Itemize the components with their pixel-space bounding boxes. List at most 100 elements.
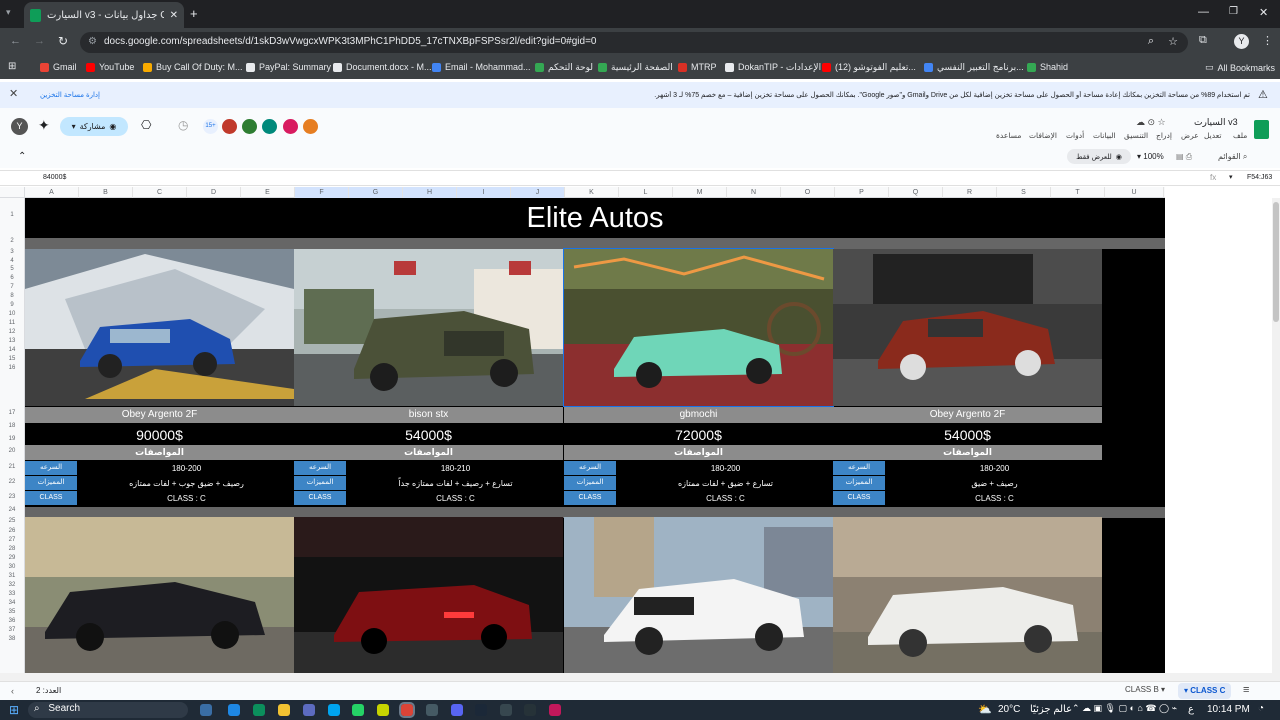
zoom-select[interactable]: ▾ 100% (1137, 152, 1164, 161)
row-header[interactable]: 15 (0, 356, 24, 362)
car-photo[interactable] (25, 249, 294, 406)
row-header[interactable]: 26 (0, 528, 24, 534)
notifications-icon[interactable]: ◔ (1258, 703, 1264, 714)
back-icon[interactable]: ← (10, 35, 21, 47)
print-icon[interactable]: ▤ ⎙ (1176, 152, 1192, 162)
column-header[interactable]: H (403, 187, 457, 198)
column-header[interactable]: F (295, 187, 349, 198)
column-header[interactable]: R (943, 187, 997, 198)
row-header[interactable]: 8 (0, 293, 24, 299)
bookmark-item[interactable]: Shahid (1027, 62, 1068, 72)
menu-item[interactable]: إدراج (1156, 131, 1172, 140)
row-header[interactable]: 7 (0, 284, 24, 290)
view-only-chip[interactable]: للعرض فقط ◉ (1067, 149, 1131, 164)
name-box[interactable]: F54:J63 (1247, 174, 1272, 181)
bookmark-item[interactable]: YouTube (86, 62, 134, 72)
profile-avatar[interactable]: Y (1234, 34, 1249, 49)
row-header[interactable]: 23 (0, 494, 24, 500)
forward-icon[interactable]: → (34, 35, 45, 47)
bookmark-star-icon[interactable]: ☆ (1168, 35, 1178, 48)
reload-icon[interactable]: ↻ (58, 34, 68, 48)
collapse-icon[interactable]: ⌃ (18, 151, 26, 162)
collaborator-avatar[interactable] (283, 119, 298, 134)
name-box-dropdown-icon[interactable]: ▾ (1229, 173, 1233, 181)
row-header[interactable]: 14 (0, 347, 24, 353)
gemini-icon[interactable]: ✦ (38, 117, 50, 134)
scrollbar-thumb[interactable] (1273, 202, 1279, 322)
row-header[interactable]: 34 (0, 600, 24, 606)
collaborator-avatar[interactable] (303, 119, 318, 134)
sheets-logo-icon[interactable] (1254, 120, 1269, 139)
row-header[interactable]: 10 (0, 311, 24, 317)
cloud-status-icon[interactable]: ☁ ⊙ ☆ (1136, 117, 1166, 128)
car-photo[interactable] (563, 248, 834, 407)
menu-item[interactable]: تعديل (1204, 131, 1221, 140)
row-header[interactable]: 3 (0, 249, 24, 255)
column-header[interactable]: U (1105, 187, 1164, 198)
car-photo[interactable] (294, 249, 563, 406)
apps-grid-icon[interactable]: ⊞ (8, 61, 16, 72)
file-title[interactable]: السيارت v3 (1194, 117, 1238, 128)
store-icon[interactable] (303, 704, 315, 716)
manage-storage-link[interactable]: إدارة مساحة التخزين (40, 91, 100, 99)
history-icon[interactable]: ◷ (178, 118, 188, 132)
formula-value[interactable]: 84000$ (43, 174, 66, 181)
row-header[interactable]: 17 (0, 410, 24, 416)
column-header[interactable]: A (25, 187, 79, 198)
row-header[interactable]: 11 (0, 320, 24, 326)
column-header[interactable]: T (1051, 187, 1105, 198)
row-header[interactable]: 33 (0, 591, 24, 597)
meet-icon[interactable]: ⎔ (141, 118, 151, 132)
row-header[interactable]: 37 (0, 627, 24, 633)
bookmark-item[interactable]: Buy Call Of Duty: M... (143, 62, 243, 72)
collaborator-avatar[interactable] (222, 119, 237, 134)
bookmark-item[interactable]: PayPal: Summary (246, 62, 331, 72)
browser-menu-icon[interactable]: ⋮ (1262, 34, 1273, 47)
row-header[interactable]: 28 (0, 546, 24, 552)
column-header[interactable]: S (997, 187, 1051, 198)
close-banner-icon[interactable]: ✕ (9, 87, 18, 100)
collaborator-avatar[interactable] (262, 119, 277, 134)
app-icon[interactable] (549, 704, 561, 716)
system-tray-icons[interactable]: ⌃ ☁ ▣ 🎙 ▢ ◐ ⌂ ☎ ◯ ⌁ (1072, 703, 1177, 714)
bookmark-item[interactable]: DokanTIP - الإعدادات (725, 62, 821, 73)
row-header[interactable]: 32 (0, 582, 24, 588)
column-header[interactable]: M (673, 187, 727, 198)
bookmark-item[interactable]: الصفحة الرئيسية (598, 62, 673, 73)
menus-search[interactable]: القوائم ⌕ (1218, 152, 1247, 162)
row-header[interactable]: 36 (0, 618, 24, 624)
row-header[interactable]: 31 (0, 573, 24, 579)
bookmark-item[interactable]: برنامج التعبير النفسي... (924, 62, 1024, 73)
site-info-icon[interactable]: ⚙ (88, 36, 97, 47)
all-bookmarks[interactable]: ▭ All Bookmarks (1205, 62, 1275, 73)
bookmark-item[interactable]: (12) تعليم الفوتوشو... (822, 62, 916, 73)
app-icon[interactable] (524, 704, 536, 716)
steam-icon[interactable] (475, 704, 487, 716)
column-header[interactable]: B (79, 187, 133, 198)
column-header[interactable]: I (457, 187, 511, 198)
row-header[interactable]: 20 (0, 448, 24, 454)
column-header[interactable]: P (835, 187, 889, 198)
column-header[interactable]: Q (889, 187, 943, 198)
row-header[interactable]: 1 (0, 212, 24, 218)
all-sheets-icon[interactable]: ≡ (1243, 684, 1249, 696)
address-bar[interactable]: ⚙ docs.google.com/spreadsheets/d/1skD3wV… (80, 32, 1188, 53)
tab-class-c[interactable]: ▾ CLASS C (1178, 683, 1232, 699)
close-window-icon[interactable]: ✕ (1259, 6, 1268, 19)
column-header[interactable]: N (727, 187, 781, 198)
bookmark-item[interactable]: Email - Mohammad... (432, 62, 531, 72)
column-header[interactable]: D (187, 187, 241, 198)
row-header[interactable]: 16 (0, 365, 24, 371)
tab-class-b[interactable]: CLASS B ▾ (1125, 685, 1165, 694)
select-all-corner[interactable] (0, 187, 25, 198)
row-header[interactable]: 4 (0, 258, 24, 264)
row-header[interactable]: 6 (0, 275, 24, 281)
menu-item[interactable]: ملف (1233, 131, 1247, 140)
car-photo[interactable] (833, 249, 1102, 406)
row-header[interactable]: 27 (0, 537, 24, 543)
row-header[interactable]: 29 (0, 555, 24, 561)
column-header[interactable]: G (349, 187, 403, 198)
row-header[interactable]: 30 (0, 564, 24, 570)
extensions-icon[interactable]: ⧉ (1199, 34, 1207, 47)
column-header[interactable]: O (781, 187, 835, 198)
